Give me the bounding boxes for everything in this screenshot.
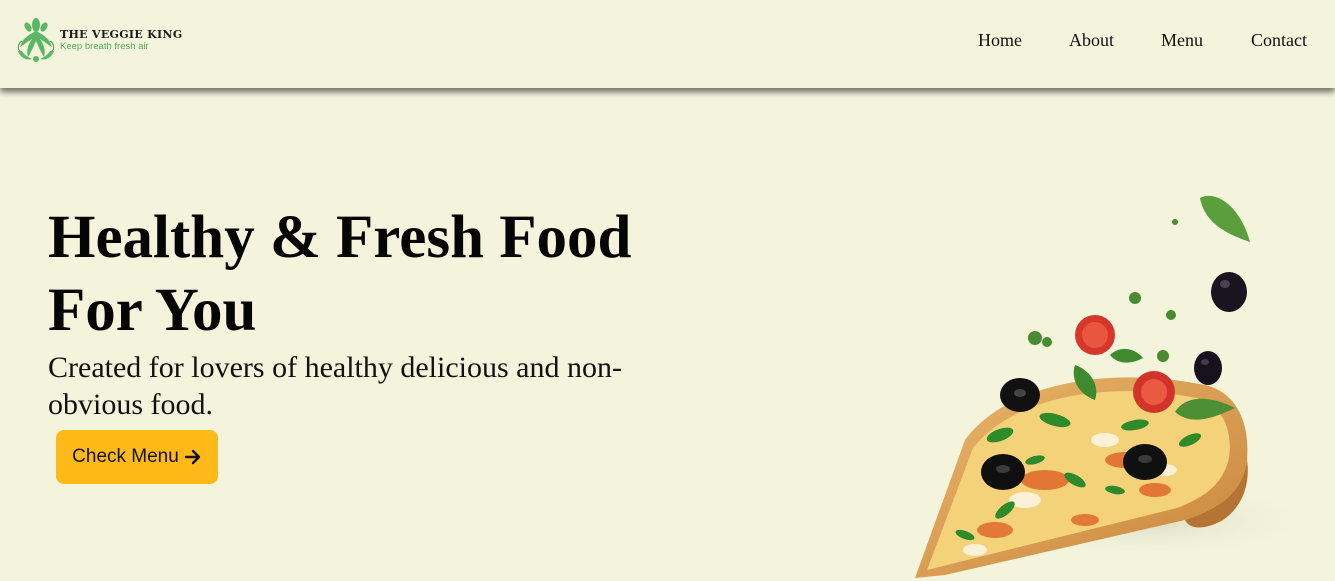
brand-text: THE VEGGIE KING Keep breath fresh air (60, 29, 183, 52)
nav-contact-link[interactable]: Contact (1251, 30, 1307, 51)
leaf-ornament-icon (17, 18, 55, 62)
nav-home-link[interactable]: Home (978, 30, 1022, 51)
check-menu-button[interactable]: Check Menu (56, 430, 218, 484)
site-header: THE VEGGIE KING Keep breath fresh air Ho… (0, 0, 1335, 88)
nav-about-link[interactable]: About (1069, 30, 1114, 51)
nav-menu-link[interactable]: Menu (1161, 30, 1203, 51)
arrow-right-icon (184, 449, 201, 465)
pizza-slice-image (915, 195, 1325, 578)
hero-subtitle: Created for lovers of healthy delicious … (48, 351, 622, 421)
check-menu-label: Check Menu (72, 446, 179, 467)
brand-logo[interactable]: THE VEGGIE KING Keep breath fresh air (14, 17, 183, 63)
brand-tagline: Keep breath fresh air (60, 40, 149, 52)
brand-name: THE VEGGIE KING (60, 27, 183, 41)
hero-title: Healthy & Fresh Food For You (48, 204, 632, 344)
